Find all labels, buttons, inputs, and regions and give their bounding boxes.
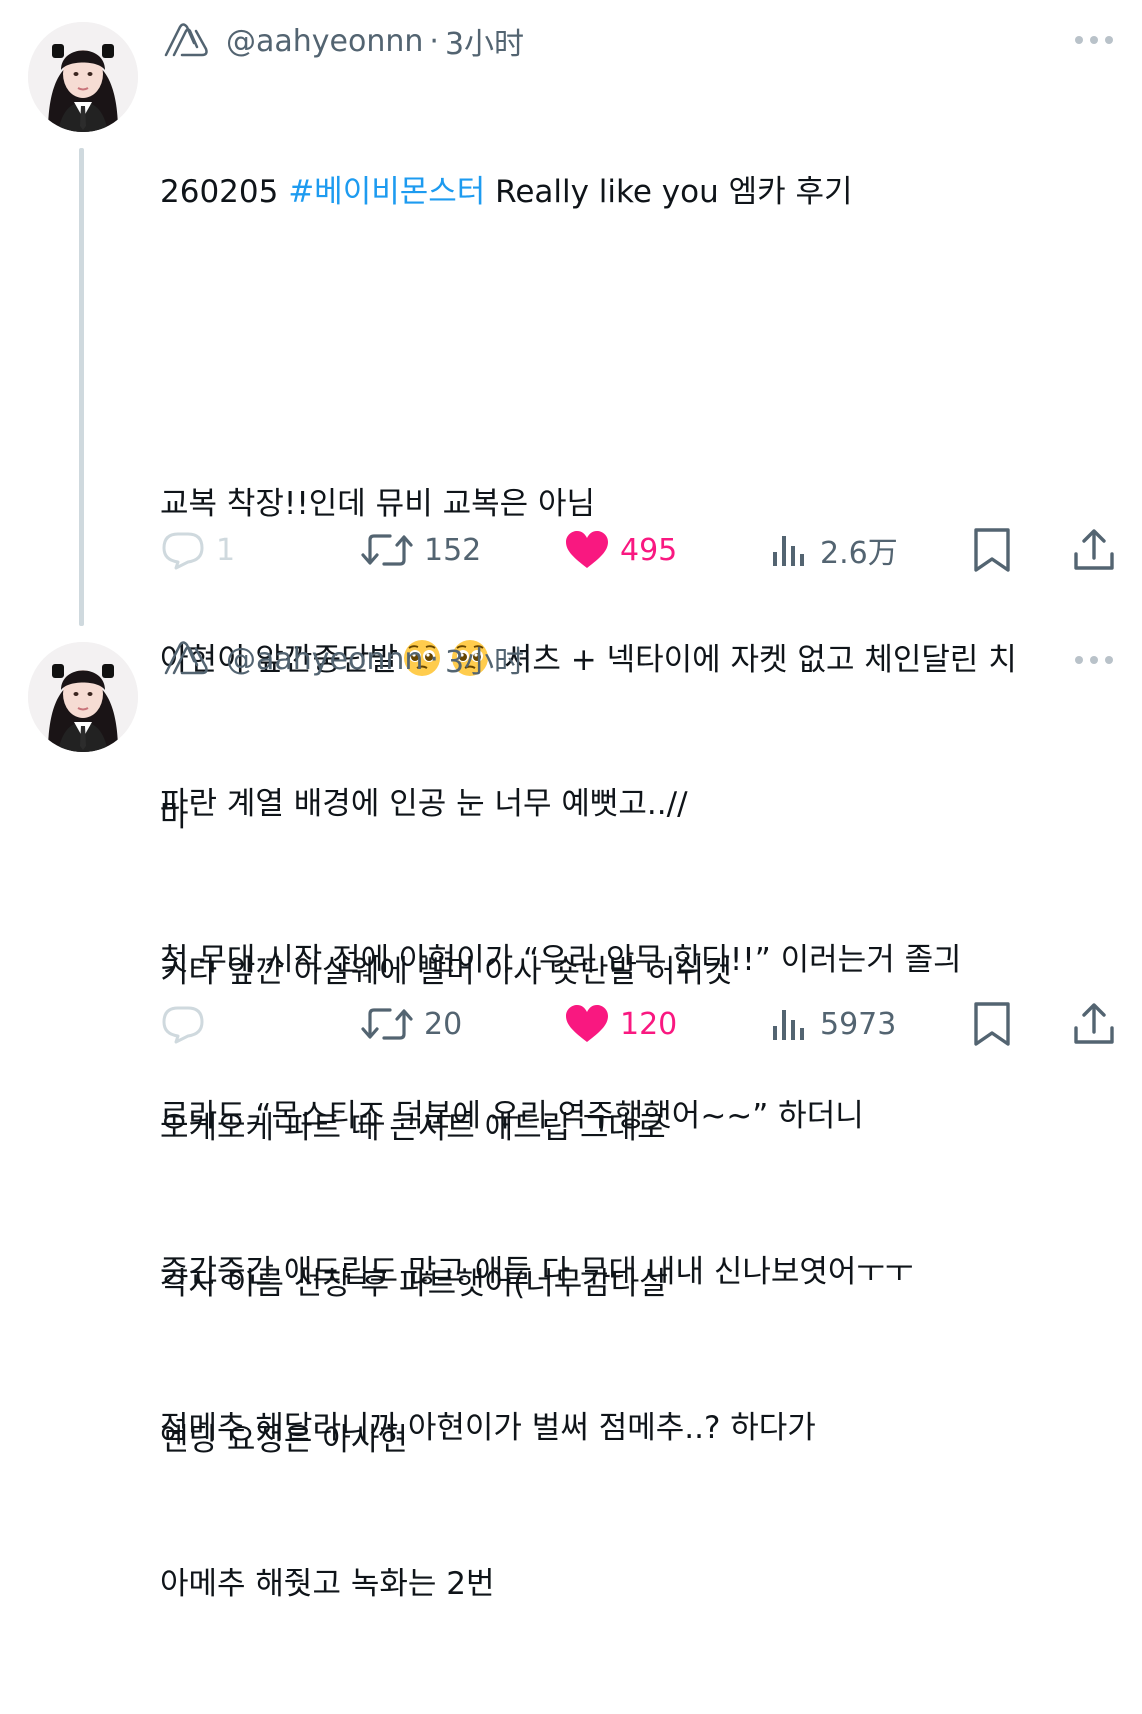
like-count: 120 bbox=[620, 1006, 678, 1042]
bookmark-button[interactable] bbox=[972, 522, 1012, 578]
bookmark-icon bbox=[974, 528, 1010, 572]
heart-icon bbox=[566, 1005, 608, 1042]
like-count: 495 bbox=[620, 532, 678, 568]
tweet[interactable]: @aahyeonnn · 3小时 파란 계열 배경에 인공 눈 너무 예뻣고..… bbox=[0, 610, 1142, 1602]
bookmark-icon bbox=[974, 1002, 1010, 1046]
retweet-button[interactable]: 152 bbox=[360, 522, 481, 578]
like-button[interactable]: 120 bbox=[564, 996, 677, 1052]
heart-icon bbox=[566, 531, 608, 568]
separator-dot: · bbox=[429, 23, 439, 59]
hashtag-link[interactable]: #베이비몬스터 bbox=[288, 174, 485, 210]
view-count: 5973 bbox=[820, 1006, 897, 1042]
avatar-photo-icon bbox=[28, 642, 138, 752]
tweet-actions: 20 120 5973 bbox=[160, 996, 1120, 1052]
views-icon bbox=[773, 1010, 804, 1040]
reply-count: 1 bbox=[216, 532, 236, 568]
views-icon bbox=[773, 536, 804, 566]
avatar[interactable] bbox=[28, 22, 138, 132]
tweet-line: 로라도 “몬스티즈 덕분에 우리 역주행햇어~~” 하더니 bbox=[160, 1098, 864, 1134]
avatar-photo-icon bbox=[28, 22, 138, 132]
paperclip-logo-icon bbox=[164, 641, 208, 675]
share-icon bbox=[1074, 529, 1114, 570]
view-count: 2.6万 bbox=[820, 536, 898, 571]
reply-icon bbox=[162, 532, 204, 570]
avatar[interactable] bbox=[28, 642, 138, 752]
tweet-text-segment: 260205 bbox=[160, 174, 289, 210]
share-button[interactable] bbox=[1072, 522, 1116, 578]
user-handle[interactable]: @aahyeonnn bbox=[226, 24, 423, 59]
user-handle[interactable]: @aahyeonnn bbox=[226, 642, 423, 677]
retweet-button[interactable]: 20 bbox=[360, 996, 462, 1052]
retweet-count: 152 bbox=[424, 532, 482, 568]
retweet-icon bbox=[361, 534, 413, 566]
views-button[interactable]: 2.6万 bbox=[770, 522, 898, 578]
tweet-header: @aahyeonnn · 3小时 bbox=[160, 20, 524, 62]
tweet-text-segment: Really like you 엠카 후기 bbox=[485, 174, 853, 210]
post-time[interactable]: 3小时 bbox=[445, 19, 524, 63]
more-icon[interactable] bbox=[1072, 650, 1116, 670]
like-button[interactable]: 495 bbox=[564, 522, 677, 578]
reply-button[interactable] bbox=[160, 996, 216, 1052]
tweet-line: 아메추 해줫고 녹화는 2번 bbox=[160, 1566, 495, 1602]
tweet-line: 파란 계열 배경에 인공 눈 너무 예뻣고..// bbox=[160, 786, 688, 822]
reply-icon bbox=[162, 1006, 204, 1044]
tweet-text: 파란 계열 배경에 인공 눈 너무 예뻣고..// 첫 무대 시작 전에 아현이… bbox=[160, 674, 1120, 1714]
tweet-actions: 1 152 495 2.6万 bbox=[160, 522, 1120, 578]
share-button[interactable] bbox=[1072, 996, 1116, 1052]
separator-dot: · bbox=[429, 641, 439, 677]
reply-button[interactable]: 1 bbox=[160, 522, 235, 578]
retweet-count: 20 bbox=[424, 1006, 463, 1042]
paperclip-logo-icon bbox=[164, 23, 208, 57]
tweet-line: 260205 #베이비몬스터 Really like you 엠카 후기 bbox=[160, 166, 1120, 218]
tweet[interactable]: @aahyeonnn · 3小时 260205 #베이비몬스터 Really l… bbox=[0, 0, 1142, 1458]
tweet-line bbox=[160, 322, 1120, 374]
more-icon[interactable] bbox=[1072, 30, 1116, 50]
tweet-line: 첫 무대 시작 전에 아현이가 “우리 안무 한다!!” 이러는거 졸긔 bbox=[160, 942, 962, 978]
views-button[interactable]: 5973 bbox=[770, 996, 896, 1052]
bookmark-button[interactable] bbox=[972, 996, 1012, 1052]
tweet-line: 중간중간 애드립도 많고 애들 다 무대 내내 신나보엿어ㅜㅜ bbox=[160, 1254, 914, 1290]
retweet-icon bbox=[361, 1008, 413, 1040]
tweet-line: 점메추 해달라니까 아현이가 벌써 점메추..? 하다가 bbox=[160, 1410, 816, 1446]
share-icon bbox=[1074, 1003, 1114, 1044]
thread-connector-line bbox=[79, 148, 84, 626]
